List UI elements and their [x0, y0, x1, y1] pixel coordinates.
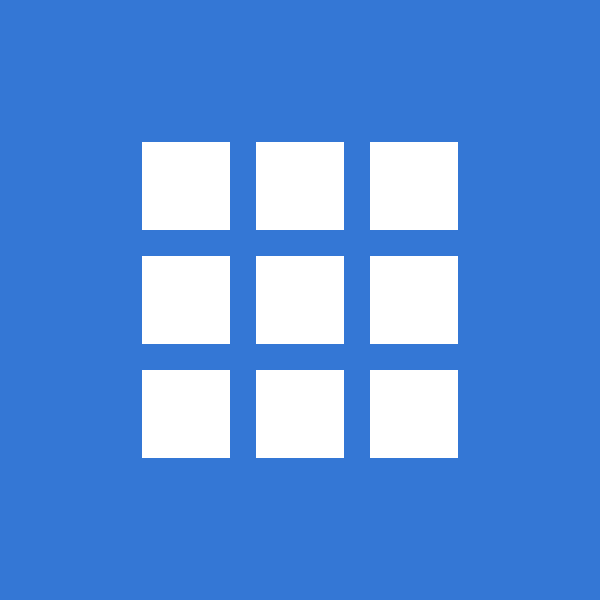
- grid-tile-r2-c3: [370, 256, 458, 344]
- grid-tile-r1-c1: [142, 142, 230, 230]
- apps-grid-icon[interactable]: [0, 0, 600, 600]
- grid-tile-r2-c1: [142, 256, 230, 344]
- grid-tile-r1-c3: [370, 142, 458, 230]
- grid-tile-r2-c2: [256, 256, 344, 344]
- grid-tile-r1-c2: [256, 142, 344, 230]
- grid-tile-r3-c2: [256, 370, 344, 458]
- grid-tile-r3-c1: [142, 370, 230, 458]
- grid-tile-r3-c3: [370, 370, 458, 458]
- tile-grid: [142, 142, 458, 458]
